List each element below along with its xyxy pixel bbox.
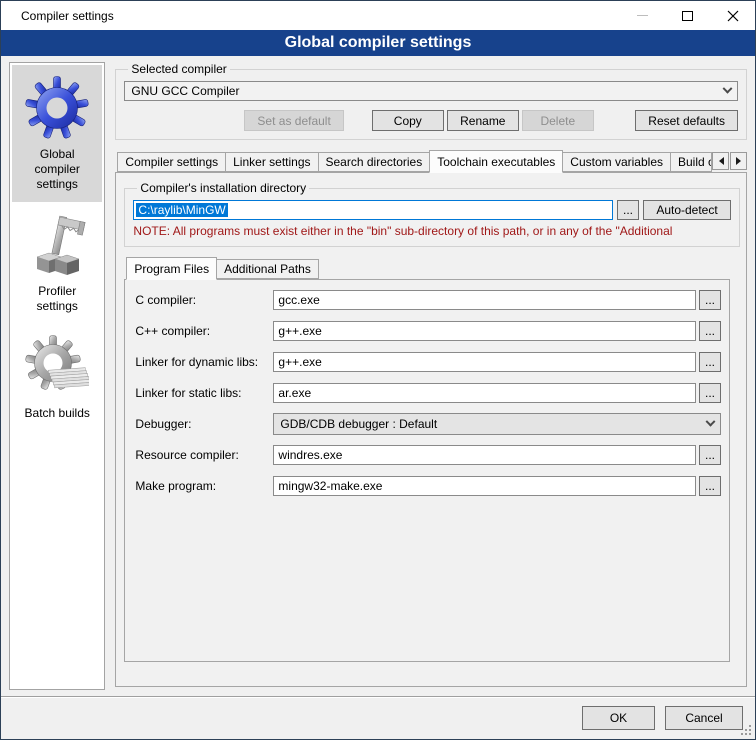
- ok-button[interactable]: OK: [582, 706, 655, 730]
- install-dir-selected-text: C:\raylib\MinGW: [136, 203, 227, 217]
- titlebar-controls: [620, 1, 755, 30]
- gear-blue-icon: [25, 75, 89, 141]
- compiler-settings-window: Compiler settings Global compiler settin…: [0, 0, 756, 740]
- chevron-down-icon: [723, 83, 733, 93]
- install-dir-group: Compiler's installation directory C:\ray…: [124, 181, 740, 247]
- cancel-button[interactable]: Cancel: [665, 706, 743, 730]
- cpp-compiler-row: C++ compiler: ...: [135, 321, 725, 341]
- tab-build-options[interactable]: Build options: [670, 152, 712, 172]
- sidebar-item-label: Global compiler settings: [16, 147, 98, 192]
- subtab-program-files[interactable]: Program Files: [126, 257, 217, 280]
- triangle-left-icon: [715, 157, 724, 165]
- sidebar-item-label: Profiler settings: [16, 284, 98, 314]
- debugger-select[interactable]: GDB/CDB debugger : Default: [273, 413, 721, 435]
- cpp-compiler-browse-button[interactable]: ...: [699, 321, 721, 341]
- cpp-compiler-label: C++ compiler:: [135, 324, 273, 338]
- install-dir-legend: Compiler's installation directory: [137, 181, 309, 195]
- close-icon: [727, 10, 739, 22]
- c-compiler-row: C compiler: ...: [135, 290, 725, 310]
- static-linker-browse-button[interactable]: ...: [699, 383, 721, 403]
- static-linker-input[interactable]: [273, 383, 696, 403]
- minimize-icon: [637, 15, 648, 16]
- tab-search-directories[interactable]: Search directories: [318, 152, 431, 172]
- maximize-icon: [682, 11, 693, 21]
- make-program-browse-button[interactable]: ...: [699, 476, 721, 496]
- compiler-select-value: GNU GCC Compiler: [131, 84, 239, 98]
- resource-compiler-browse-button[interactable]: ...: [699, 445, 721, 465]
- c-compiler-label: C compiler:: [135, 293, 273, 307]
- settings-tabstrip: Compiler settings Linker settings Search…: [115, 150, 747, 172]
- reset-defaults-button[interactable]: Reset defaults: [635, 110, 738, 131]
- resource-compiler-label: Resource compiler:: [135, 448, 273, 462]
- triangle-right-icon: [736, 157, 745, 165]
- dialog-banner: Global compiler settings: [1, 30, 755, 56]
- c-compiler-input[interactable]: [273, 290, 696, 310]
- install-dir-input[interactable]: C:\raylib\MinGW: [133, 200, 613, 220]
- resource-compiler-input[interactable]: [273, 445, 696, 465]
- toolchain-tab-page: Compiler's installation directory C:\ray…: [115, 172, 747, 687]
- dialog-footer: OK Cancel: [1, 696, 755, 739]
- cpp-compiler-input[interactable]: [273, 321, 696, 341]
- window-title: Compiler settings: [21, 9, 114, 23]
- compiler-select[interactable]: GNU GCC Compiler: [124, 81, 738, 101]
- make-program-label: Make program:: [135, 479, 273, 493]
- delete-button: Delete: [522, 110, 594, 131]
- c-compiler-browse-button[interactable]: ...: [699, 290, 721, 310]
- dynamic-linker-label: Linker for dynamic libs:: [135, 355, 273, 369]
- sidebar: Global compiler settings: [9, 62, 105, 690]
- debugger-row: Debugger: GDB/CDB debugger : Default: [135, 414, 725, 434]
- debugger-label: Debugger:: [135, 417, 273, 431]
- tab-scroll-left-button[interactable]: [712, 152, 729, 170]
- tab-scroll-right-button[interactable]: [730, 152, 747, 170]
- tab-scroll-controls: [711, 152, 747, 170]
- subtab-additional-paths[interactable]: Additional Paths: [216, 259, 319, 279]
- sidebar-item-batch-builds[interactable]: Batch builds: [12, 324, 102, 431]
- browse-install-dir-button[interactable]: ...: [617, 200, 639, 220]
- auto-detect-button[interactable]: Auto-detect: [643, 200, 731, 220]
- dialog-body: Global compiler settings: [1, 56, 755, 696]
- selected-compiler-group: Selected compiler GNU GCC Compiler Set a…: [115, 62, 747, 140]
- chevron-down-icon: [706, 416, 716, 426]
- tab-custom-variables[interactable]: Custom variables: [562, 152, 671, 172]
- tab-compiler-settings[interactable]: Compiler settings: [117, 152, 226, 172]
- sidebar-item-profiler-settings[interactable]: Profiler settings: [12, 202, 102, 324]
- make-program-row: Make program: ...: [135, 476, 725, 496]
- dynamic-linker-input[interactable]: [273, 352, 696, 372]
- resize-grip[interactable]: [739, 723, 751, 735]
- debugger-select-value: GDB/CDB debugger : Default: [280, 417, 437, 431]
- rename-button[interactable]: Rename: [447, 110, 519, 131]
- set-as-default-button: Set as default: [244, 110, 343, 131]
- dynamic-linker-browse-button[interactable]: ...: [699, 352, 721, 372]
- maximize-button[interactable]: [665, 1, 710, 30]
- compiler-buttons-row: Set as default Copy Rename Delete Reset …: [124, 110, 738, 131]
- dynamic-linker-row: Linker for dynamic libs: ...: [135, 352, 725, 372]
- titlebar: Compiler settings: [1, 1, 755, 30]
- copy-button[interactable]: Copy: [372, 110, 444, 131]
- install-dir-note: NOTE: All programs must exist either in …: [133, 224, 731, 238]
- program-files-page: C compiler: ... C++ compiler: ...: [124, 279, 730, 662]
- sidebar-item-global-compiler-settings[interactable]: Global compiler settings: [12, 65, 102, 202]
- close-button[interactable]: [710, 1, 755, 30]
- programs-tabstrip: Program Files Additional Paths: [124, 257, 740, 279]
- static-linker-label: Linker for static libs:: [135, 386, 273, 400]
- resource-compiler-row: Resource compiler: ...: [135, 445, 725, 465]
- caliper-icon: [25, 212, 89, 278]
- install-dir-row: C:\raylib\MinGW ... Auto-detect: [133, 200, 731, 220]
- main-panel: Selected compiler GNU GCC Compiler Set a…: [115, 62, 747, 696]
- minimize-button: [620, 1, 665, 30]
- tab-toolchain-executables[interactable]: Toolchain executables: [429, 150, 563, 173]
- selected-compiler-legend: Selected compiler: [128, 62, 229, 76]
- sidebar-item-label: Batch builds: [25, 406, 90, 421]
- gear-gray-icon: [25, 334, 89, 400]
- static-linker-row: Linker for static libs: ...: [135, 383, 725, 403]
- tab-linker-settings[interactable]: Linker settings: [225, 152, 318, 172]
- make-program-input[interactable]: [273, 476, 696, 496]
